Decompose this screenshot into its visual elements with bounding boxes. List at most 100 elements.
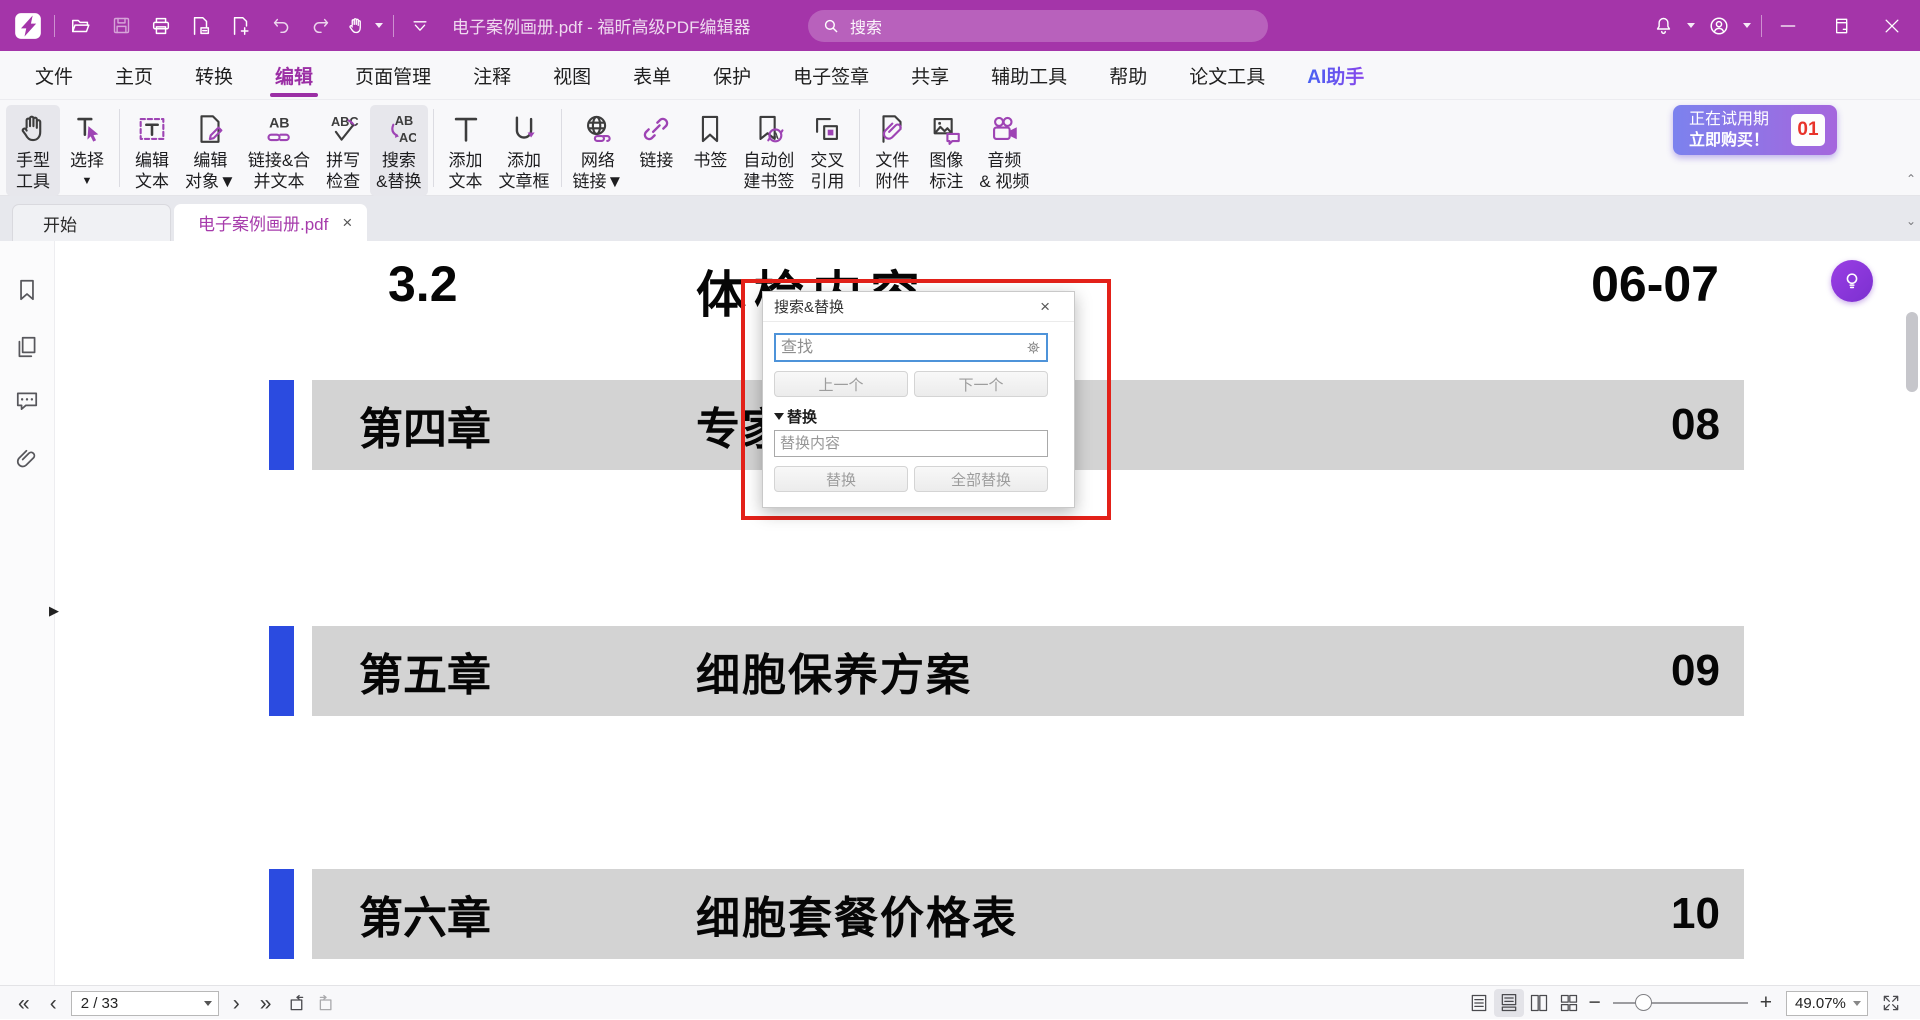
ribbon-toolbar: 手型 工具 选择 ▼ 编辑 文本 编辑 对象▼ AB 链接&合 并文本 ABC …	[0, 100, 1920, 196]
menu-share[interactable]: 共享	[890, 51, 970, 100]
file-attachment-button[interactable]: 文件 附件	[865, 105, 919, 196]
notifications-bell-icon[interactable]	[1643, 8, 1683, 44]
zoom-slider-thumb[interactable]	[1635, 994, 1652, 1011]
global-search-input[interactable]: 搜索	[808, 10, 1268, 42]
find-input[interactable]	[774, 333, 1048, 362]
save-icon[interactable]	[101, 8, 141, 44]
facing-continuous-view-icon[interactable]	[1554, 989, 1584, 1017]
edit-text-button[interactable]: 编辑 文本	[125, 105, 179, 196]
replace-input[interactable]	[774, 430, 1048, 457]
menu-comment[interactable]: 注释	[452, 51, 532, 100]
smart-tip-lightbulb-button[interactable]	[1831, 260, 1873, 302]
single-page-view-icon[interactable]	[1464, 989, 1494, 1017]
bookmark-button[interactable]: 书签	[683, 105, 737, 175]
auto-bookmark-button[interactable]: A 自动创 建书签	[737, 105, 800, 196]
trial-status-text: 正在试用期	[1689, 109, 1769, 130]
menu-ai-assistant[interactable]: AI助手	[1286, 51, 1385, 100]
previous-view-icon[interactable]	[281, 989, 311, 1017]
web-link-button[interactable]: 网络 链接▼	[567, 105, 630, 196]
zoom-dropdown-icon[interactable]	[1853, 1001, 1861, 1006]
dialog-header[interactable]: 搜索&替换 ×	[763, 292, 1074, 322]
menu-file[interactable]: 文件	[14, 51, 94, 100]
menu-home[interactable]: 主页	[94, 51, 174, 100]
dialog-close-icon[interactable]: ×	[1040, 297, 1050, 317]
menu-help[interactable]: 帮助	[1088, 51, 1168, 100]
redo-icon[interactable]	[301, 8, 341, 44]
trial-purchase-badge[interactable]: 正在试用期 立即购买！ 01	[1673, 105, 1837, 155]
menu-form[interactable]: 表单	[612, 51, 692, 100]
menu-paper-tools[interactable]: 论文工具	[1168, 51, 1286, 100]
minimize-button[interactable]	[1768, 8, 1808, 44]
facing-view-icon[interactable]	[1524, 989, 1554, 1017]
add-text-button[interactable]: 添加 文本	[439, 105, 493, 196]
last-page-icon[interactable]: »	[250, 993, 282, 1014]
edit-object-button[interactable]: 编辑 对象▼	[179, 105, 242, 196]
menu-esign[interactable]: 电子签章	[772, 51, 890, 100]
menu-convert[interactable]: 转换	[174, 51, 254, 100]
tab-active-document[interactable]: 电子案例画册.pdf ×	[174, 204, 367, 241]
close-window-button[interactable]	[1872, 8, 1912, 44]
vertical-scrollbar-thumb[interactable]	[1906, 312, 1918, 392]
image-annotation-button[interactable]: 图像 标注	[919, 105, 973, 196]
scroll-up-chevron-icon[interactable]: ⌄	[1903, 214, 1919, 228]
link-join-text-button[interactable]: AB 链接&合 并文本	[242, 105, 316, 196]
search-options-gear-icon[interactable]	[1024, 338, 1043, 361]
svg-text:AB: AB	[395, 113, 413, 128]
account-dropdown-icon[interactable]	[1743, 23, 1751, 28]
dialog-title: 搜索&替换	[774, 296, 1040, 317]
quick-access-icon[interactable]	[400, 8, 440, 44]
link-button[interactable]: 链接	[629, 105, 683, 175]
audio-video-button[interactable]: 音频 & 视频	[973, 105, 1035, 196]
chapter-row: 第五章 细胞保养方案 09	[0, 626, 1920, 716]
undo-icon[interactable]	[261, 8, 301, 44]
menu-edit[interactable]: 编辑	[254, 51, 334, 100]
hand-tool-icon[interactable]	[341, 8, 371, 44]
add-article-box-button[interactable]: 添加 文章框	[493, 105, 556, 196]
zoom-level-input[interactable]: 49.07%	[1786, 991, 1868, 1016]
select-tool-button[interactable]: 选择 ▼	[60, 105, 114, 196]
print-icon[interactable]	[141, 8, 181, 44]
export-pdf-icon[interactable]	[181, 8, 221, 44]
continuous-view-icon[interactable]	[1494, 989, 1524, 1017]
create-pdf-icon[interactable]	[221, 8, 261, 44]
bookmark-icon	[693, 108, 727, 150]
titlebar-separator	[393, 15, 394, 37]
zoom-in-icon[interactable]: +	[1756, 991, 1776, 1015]
restore-window-button[interactable]	[1820, 8, 1860, 44]
page-dropdown-icon[interactable]	[204, 1001, 212, 1006]
tab-start[interactable]: 开始	[12, 204, 171, 241]
replace-button[interactable]: 替换	[774, 466, 908, 492]
first-page-icon[interactable]: «	[8, 993, 40, 1014]
previous-page-icon[interactable]: ‹	[40, 993, 67, 1014]
menu-view[interactable]: 视图	[532, 51, 612, 100]
replace-all-button[interactable]: 全部替换	[914, 466, 1048, 492]
page-number-input[interactable]: 2 / 33	[71, 991, 219, 1016]
find-previous-button[interactable]: 上一个	[774, 371, 908, 397]
fullscreen-icon[interactable]	[1876, 989, 1906, 1017]
notifications-dropdown-icon[interactable]	[1687, 23, 1695, 28]
replace-section-toggle[interactable]: 替换	[774, 408, 1048, 424]
svg-text:A: A	[772, 131, 779, 141]
collapse-ribbon-chevron-icon[interactable]: ⌃	[1903, 172, 1919, 186]
cross-reference-button[interactable]: 交叉 引用	[800, 105, 854, 196]
pages-panel-icon[interactable]	[14, 334, 42, 362]
account-avatar-icon[interactable]	[1699, 8, 1739, 44]
open-file-icon[interactable]	[61, 8, 101, 44]
search-replace-button[interactable]: ABAC 搜索 &替换	[370, 105, 427, 196]
hand-tool-button[interactable]: 手型 工具	[6, 105, 60, 196]
next-page-icon[interactable]: ›	[223, 993, 250, 1014]
bookmarks-panel-icon[interactable]	[14, 277, 42, 305]
add-text-icon	[449, 108, 483, 150]
find-next-button[interactable]: 下一个	[914, 371, 1048, 397]
zoom-out-icon[interactable]: −	[1584, 991, 1604, 1015]
tab-close-icon[interactable]: ×	[342, 213, 352, 233]
next-view-icon[interactable]	[311, 989, 341, 1017]
hand-tool-dropdown-icon[interactable]	[375, 23, 383, 28]
zoom-slider[interactable]	[1613, 1002, 1748, 1004]
sidebar-expand-handle[interactable]: ▶	[49, 603, 59, 619]
lightbulb-icon	[1841, 270, 1863, 292]
menu-page-management[interactable]: 页面管理	[334, 51, 452, 100]
menu-protect[interactable]: 保护	[692, 51, 772, 100]
spell-check-button[interactable]: ABC 拼写 检查	[316, 105, 370, 196]
menu-accessibility[interactable]: 辅助工具	[970, 51, 1088, 100]
